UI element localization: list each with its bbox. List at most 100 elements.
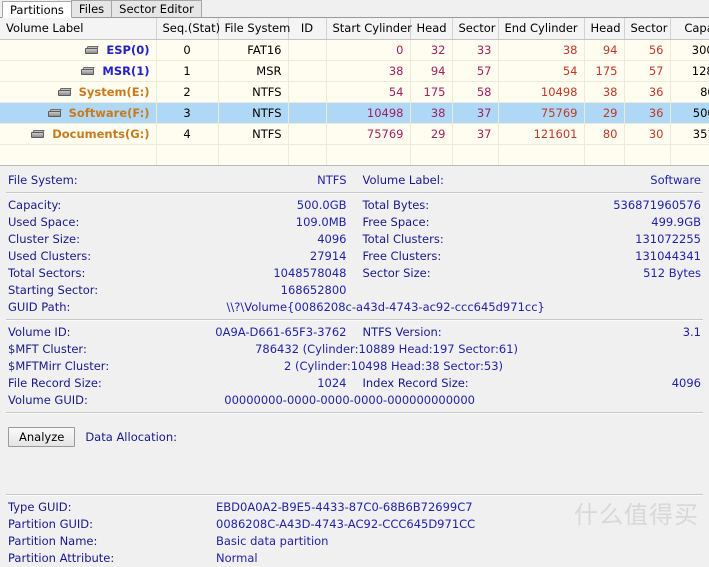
cell-start-cylinder: 54 [326, 81, 410, 102]
table-row[interactable]: System(E:) 2 NTFS 54 175 58 10498 38 36 … [0, 81, 709, 102]
column-header-start-cylinder[interactable]: Start Cylinder [326, 18, 410, 39]
column-header-start-sector[interactable]: Sector [452, 18, 498, 39]
partitions-table-body: ESP(0) 0 FAT16 0 32 33 38 94 56 300.0MB … [0, 39, 709, 165]
label-partition-guid: Partition GUID: [8, 516, 216, 533]
cell-start-cylinder: 10498 [326, 102, 410, 123]
cell-end-head: 175 [584, 60, 624, 81]
column-header-seq-stat[interactable]: Seq.(Stat) [156, 18, 218, 39]
cell-volume-label: Documents(G:) [0, 123, 156, 144]
cell-seq: 1 [156, 60, 218, 81]
cell-id [288, 39, 326, 60]
cell-file-system: NTFS [218, 102, 288, 123]
label-mft-cluster: $MFT Cluster: [8, 341, 87, 358]
cell-empty [498, 144, 584, 165]
label-total-bytes: Total Bytes: [363, 197, 430, 214]
label-volume-label: Volume Label: [363, 172, 444, 189]
cell-empty [452, 144, 498, 165]
partitions-grid-container[interactable]: Volume Label Seq.(Stat) File System ID S… [0, 18, 709, 166]
cell-start-sector: 37 [452, 102, 498, 123]
table-header-row: Volume Label Seq.(Stat) File System ID S… [0, 18, 709, 39]
cell-seq: 4 [156, 123, 218, 144]
value-ntfs-version: 3.1 [683, 324, 701, 341]
drive-icon [85, 46, 100, 55]
label-ntfs-version: NTFS Version: [363, 324, 442, 341]
column-header-id[interactable]: ID [288, 18, 326, 39]
value-total-clusters: 131072255 [635, 231, 701, 248]
detail-row-volumeid-ntfsversion: Volume ID: 0A9A-D661-65F3-3762 NTFS Vers… [0, 324, 709, 341]
cell-empty [584, 144, 624, 165]
detail-free-space: Free Space: 499.9GB [355, 214, 709, 231]
value-mft-cluster: 786432 (Cylinder:10889 Head:197 Sector:6… [255, 341, 518, 358]
volume-label-text: MSR(1) [102, 64, 149, 78]
info-row-partition-guid: Partition GUID: 0086208C-A43D-4743-AC92-… [0, 516, 709, 533]
cell-start-head: 29 [410, 123, 452, 144]
volume-label-text: Software(F:) [69, 106, 150, 120]
tab-partitions[interactable]: Partitions [2, 1, 72, 18]
label-used-space: Used Space: [8, 214, 79, 231]
label-mftmirr-cluster: $MFTMirr Cluster: [8, 358, 109, 375]
label-used-clusters: Used Clusters: [8, 248, 91, 265]
table-row[interactable]: Documents(G:) 4 NTFS 75769 29 37 121601 … [0, 123, 709, 144]
cell-volume-label: System(E:) [0, 81, 156, 102]
detail-capacity: Capacity: 500.0GB [0, 197, 355, 214]
cell-end-cylinder: 38 [498, 39, 584, 60]
detail-index-record-size: Index Record Size: 4096 [355, 375, 709, 392]
column-header-file-system[interactable]: File System [218, 18, 288, 39]
detail-volume-label: Volume Label: Software [355, 172, 709, 189]
value-partition-name: Basic data partition [216, 533, 328, 550]
analyze-button[interactable]: Analyze [8, 427, 75, 447]
value-used-clusters: 27914 [310, 248, 347, 265]
cell-end-sector: 36 [624, 102, 670, 123]
value-mftmirr-cluster: 2 (Cylinder:10498 Head:38 Sector:53) [284, 358, 503, 375]
detail-volume-id: Volume ID: 0A9A-D661-65F3-3762 [0, 324, 355, 341]
cell-empty [624, 144, 670, 165]
column-header-capacity[interactable]: Capacity [670, 18, 709, 39]
column-header-start-head[interactable]: Head [410, 18, 452, 39]
table-row[interactable]: ESP(0) 0 FAT16 0 32 33 38 94 56 300.0MB [0, 39, 709, 60]
drive-icon [58, 88, 73, 97]
column-header-end-sector[interactable]: Sector [624, 18, 670, 39]
label-starting-sector: Starting Sector: [8, 282, 98, 299]
value-type-guid: EBD0A0A2-B9E5-4433-87C0-68B6B72699C7 [216, 499, 473, 516]
column-header-end-cylinder[interactable]: End Cylinder [498, 18, 584, 39]
detail-used-clusters: Used Clusters: 27914 [0, 248, 355, 265]
cell-empty [410, 144, 452, 165]
cell-seq: 0 [156, 39, 218, 60]
tab-bar: Partitions Files Sector Editor [0, 0, 709, 18]
detail-row-clustersize-totalclusters: Cluster Size: 4096 Total Clusters: 13107… [0, 231, 709, 248]
cell-id [288, 60, 326, 81]
column-header-volume-label[interactable]: Volume Label [0, 18, 156, 39]
value-total-sectors: 1048578048 [273, 265, 346, 282]
cell-empty [156, 144, 218, 165]
label-total-clusters: Total Clusters: [363, 231, 444, 248]
detail-row-filerecordsize-indexrecordsize: File Record Size: 1024 Index Record Size… [0, 375, 709, 392]
detail-total-bytes: Total Bytes: 536871960576 [355, 197, 709, 214]
cell-end-head: 29 [584, 102, 624, 123]
divider [6, 319, 703, 321]
label-file-system: File System: [8, 172, 78, 189]
info-row-type-guid: Type GUID: EBD0A0A2-B9E5-4433-87C0-68B6B… [0, 499, 709, 516]
tab-sector-editor[interactable]: Sector Editor [111, 0, 202, 17]
detail-row-mftmirr-cluster: $MFTMirr Cluster: 2 (Cylinder:10498 Head… [0, 358, 709, 375]
info-row-partition-attribute: Partition Attribute: Normal [0, 550, 709, 567]
table-row-selected[interactable]: Software(F:) 3 NTFS 10498 38 37 75769 29… [0, 102, 709, 123]
value-free-clusters: 131044341 [635, 248, 701, 265]
label-cluster-size: Cluster Size: [8, 231, 80, 248]
cell-start-sector: 58 [452, 81, 498, 102]
cell-seq: 3 [156, 102, 218, 123]
table-row[interactable]: MSR(1) 1 MSR 38 94 57 54 175 57 128.0MB [0, 60, 709, 81]
allocation-empty-area [0, 463, 709, 485]
column-header-end-head[interactable]: Head [584, 18, 624, 39]
label-sector-size: Sector Size: [363, 265, 431, 282]
tab-files[interactable]: Files [71, 0, 112, 17]
divider [6, 412, 703, 414]
detail-row-mft-cluster: $MFT Cluster: 786432 (Cylinder:10889 Hea… [0, 341, 709, 358]
value-used-space: 109.0MB [296, 214, 347, 231]
cell-file-system: NTFS [218, 123, 288, 144]
value-volume-guid: 00000000-0000-0000-0000-000000000000 [224, 392, 475, 409]
cell-empty [670, 144, 709, 165]
detail-used-space: Used Space: 109.0MB [0, 214, 355, 231]
value-volume-id: 0A9A-D661-65F3-3762 [215, 324, 346, 341]
data-allocation-label: Data Allocation: [85, 427, 177, 447]
cell-id [288, 81, 326, 102]
